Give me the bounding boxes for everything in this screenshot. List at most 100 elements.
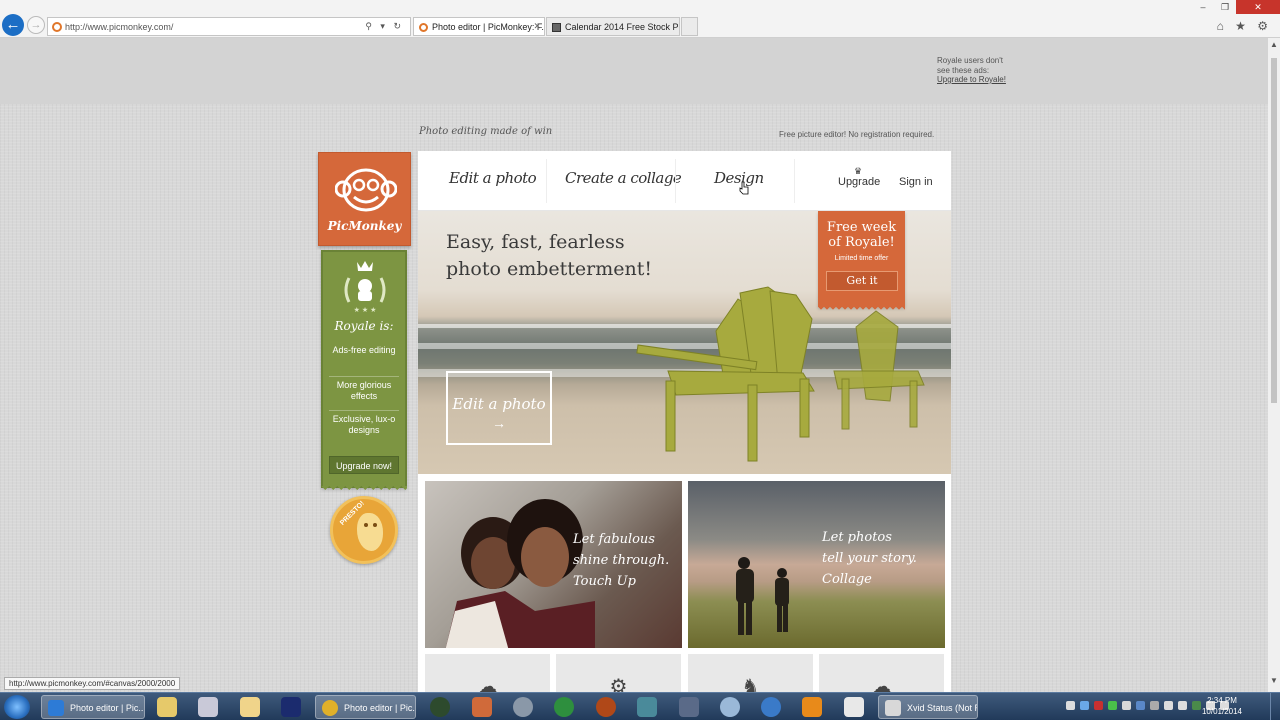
monkey-icon: ♞: [741, 676, 760, 692]
file-explorer-icon[interactable]: [157, 697, 177, 717]
scroll-down-icon[interactable]: ▼: [1268, 676, 1280, 690]
chrome-icon: [322, 700, 338, 716]
collage-card[interactable]: Let photos tell your story. Collage: [688, 481, 945, 648]
royale-title: Royale is:: [334, 319, 394, 333]
address-url[interactable]: http://www.picmonkey.com/: [65, 22, 173, 32]
restore-button[interactable]: ❐: [1214, 0, 1236, 14]
ie-icon: [48, 700, 64, 716]
feature-tile[interactable]: ⚙: [556, 654, 681, 692]
logo-wordmark: PicMonkey: [327, 219, 402, 233]
forward-button[interactable]: →: [27, 16, 45, 34]
clock-date: 10/01/2014: [1201, 707, 1242, 716]
feature-tile[interactable]: ☁: [425, 654, 550, 692]
hero-headline: Easy, fast, fearless photo embetterment!: [446, 229, 652, 283]
presto-mascot-icon: [357, 513, 383, 551]
edit-photo-cta[interactable]: Edit a photo →: [446, 371, 552, 445]
app-icon[interactable]: [198, 697, 218, 717]
clock[interactable]: 2:34 PM 10/01/2014: [1202, 695, 1242, 717]
svg-text:★ ★ ★: ★ ★ ★: [354, 306, 377, 314]
app-icon[interactable]: [761, 697, 781, 717]
close-tab-icon[interactable]: ✕: [533, 21, 541, 32]
new-tab-button[interactable]: [681, 17, 698, 36]
cta-label: Edit a photo: [452, 395, 546, 413]
main-panel: Edit a photo Create a collage Design ♛ U…: [418, 151, 951, 692]
vlc-icon[interactable]: [802, 697, 822, 717]
address-controls[interactable]: ⚲ ▾ ↻: [365, 21, 404, 32]
calendar-favicon-icon: [552, 23, 561, 32]
app-icon[interactable]: [430, 697, 450, 717]
page-viewport: Royale users don't see these ads: Upgrad…: [0, 38, 1268, 692]
royale-ribbon: ★ ★ ★ Royale is: Ads-free editing More g…: [321, 250, 407, 494]
nav-create-collage[interactable]: Create a collage: [565, 169, 682, 187]
taskbar: Photo editor | Pic... Photo editor | Pic…: [0, 692, 1280, 720]
nav-sign-in[interactable]: Sign in: [899, 176, 933, 188]
nav-upgrade[interactable]: Upgrade: [838, 176, 880, 188]
feature-tile[interactable]: ♞: [688, 654, 813, 692]
taskbar-xvid-window[interactable]: Xvid Status (Not R...: [878, 695, 978, 719]
minimize-button[interactable]: –: [1192, 0, 1214, 14]
presto-badge[interactable]: PRESTO!: [330, 496, 398, 564]
taskbar-button-label: Xvid Status (Not R...: [907, 703, 977, 713]
app-icon[interactable]: [679, 697, 699, 717]
site-tagline: Photo editing made of win: [419, 126, 553, 137]
vertical-scrollbar[interactable]: ▲ ▼: [1268, 38, 1280, 692]
hero-headline-line: photo embetterment!: [446, 258, 652, 280]
app-icon[interactable]: [844, 697, 864, 717]
tab-picmonkey[interactable]: Photo editor | PicMonkey: F... ✕: [413, 17, 545, 36]
app-icon[interactable]: [720, 697, 740, 717]
close-window-button[interactable]: ✕: [1236, 0, 1280, 14]
promo-headline: Free week of Royale!: [818, 220, 905, 250]
ad-note: Royale users don't see these ads: Upgrad…: [937, 56, 1006, 85]
feature-tile[interactable]: ☁: [819, 654, 944, 692]
arrow-right-icon: →: [492, 415, 506, 431]
app-icon[interactable]: [472, 697, 492, 717]
browser-chrome: ← → http://www.picmonkey.com/ ⚲ ▾ ↻ Phot…: [0, 0, 1280, 38]
site-favicon-icon: [52, 22, 62, 32]
browser-tools-icons[interactable]: ⌂ ★ ⚙: [1217, 19, 1272, 33]
scroll-thumb[interactable]: [1271, 58, 1277, 403]
app-icon[interactable]: [554, 697, 574, 717]
address-bar[interactable]: http://www.picmonkey.com/ ⚲ ▾ ↻: [47, 17, 411, 36]
hero-headline-line: Easy, fast, fearless: [446, 231, 625, 253]
link-status-tooltip: http://www.picmonkey.com/#canvas/2000/20…: [4, 677, 181, 690]
main-nav: Edit a photo Create a collage Design ♛ U…: [418, 151, 951, 211]
taskbar-ie-window[interactable]: Photo editor | Pic...: [41, 695, 145, 719]
speech-bubble-icon: ☁: [477, 676, 498, 692]
upgrade-royale-link[interactable]: Upgrade to Royale!: [937, 75, 1006, 85]
ad-note-line: see these ads:: [937, 65, 990, 75]
taskbar-button-label: Photo editor | Pic...: [344, 703, 416, 713]
folder-icon[interactable]: [240, 697, 260, 717]
show-desktop-button[interactable]: [1270, 693, 1280, 720]
back-button[interactable]: ←: [2, 14, 24, 36]
nav-edit-photo[interactable]: Edit a photo: [449, 169, 537, 187]
firefox-icon[interactable]: [596, 697, 616, 717]
touch-up-card[interactable]: Let fabulous shine through. Touch Up: [425, 481, 682, 648]
promo-subtext: Limited time offer: [834, 255, 889, 262]
caption-line: Let photos: [822, 530, 892, 545]
hero-banner: Easy, fast, fearless photo embetterment!: [418, 211, 951, 474]
royale-feature: More glorious effects: [329, 376, 399, 402]
tab-label: Calendar 2014 Free Stock Phot...: [565, 22, 679, 32]
caption-line: Let fabulous: [573, 532, 655, 547]
ad-banner-area: Royale users don't see these ads: Upgrad…: [0, 38, 1268, 104]
clock-time: 2:34 PM: [1207, 696, 1237, 705]
tab-calendar[interactable]: Calendar 2014 Free Stock Phot...: [546, 17, 680, 36]
scroll-up-icon[interactable]: ▲: [1268, 40, 1280, 54]
caption-line: shine through.: [573, 553, 670, 568]
promo-headline-line: Free week: [826, 220, 897, 235]
picmonkey-logo[interactable]: PicMonkey: [318, 152, 411, 246]
caption-line: tell your story.: [822, 551, 917, 566]
upgrade-now-button[interactable]: Upgrade now!: [329, 456, 399, 474]
caption-line: Touch Up: [573, 574, 636, 589]
app-icon[interactable]: [637, 697, 657, 717]
free-editor-note: Free picture editor! No registration req…: [779, 130, 935, 139]
mascot-eye: [373, 523, 377, 527]
settings-icon[interactable]: [513, 697, 533, 717]
get-it-button[interactable]: Get it: [826, 271, 898, 291]
royale-feature: Exclusive, lux-o designs: [329, 410, 399, 436]
photoshop-icon[interactable]: [281, 697, 301, 717]
elephant-icon: ☁: [871, 676, 892, 692]
taskbar-chrome-window[interactable]: Photo editor | Pic...: [315, 695, 416, 719]
start-button[interactable]: [4, 695, 30, 719]
window-controls: – ❐ ✕: [1192, 0, 1280, 14]
